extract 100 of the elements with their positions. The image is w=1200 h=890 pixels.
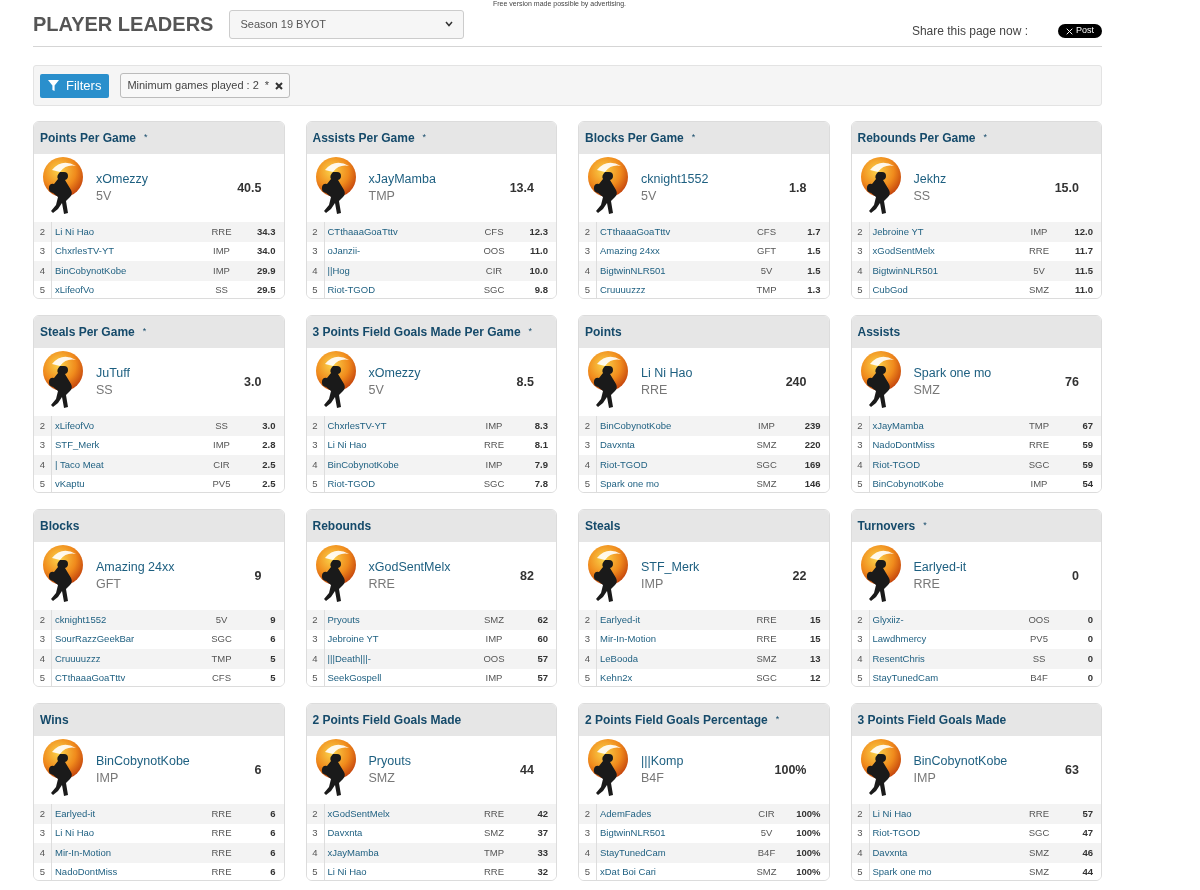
player-name-link[interactable]: BinCobynotKobe (52, 263, 202, 278)
player-name-link[interactable]: BinCobynotKobe (869, 477, 1019, 492)
player-name-link[interactable]: CTthaaaGoaTttv (324, 224, 474, 239)
player-name-link[interactable]: Glyxiiz- (869, 612, 1019, 627)
player-name-link[interactable]: Riot-TGOD (869, 457, 1019, 472)
player-name-link[interactable]: Amazing 24xx (597, 244, 747, 259)
player-name-link[interactable]: xJayMamba (869, 418, 1019, 433)
rank-number: 4 (34, 843, 52, 863)
stat-value: 62 (536, 612, 549, 627)
leader-name-link[interactable]: cknight1552 (641, 171, 790, 188)
player-name-link[interactable]: Cruuuuzzz (597, 283, 747, 298)
player-name-link[interactable]: AdemFades (597, 806, 747, 821)
player-name-link[interactable]: Riot-TGOD (324, 477, 474, 492)
player-name-link[interactable]: xGodSentMelx (869, 244, 1019, 259)
player-name-link[interactable]: Davxnta (869, 845, 1019, 860)
player-name-link[interactable]: NadoDontMiss (52, 865, 202, 880)
post-button[interactable]: Post (1058, 24, 1102, 38)
player-name-link[interactable]: Mir-In-Motion (597, 632, 747, 647)
player-name-link[interactable]: LeBooda (597, 651, 747, 666)
player-name-link[interactable]: Earlyed-it (597, 612, 747, 627)
leader-value: 15.0 (1054, 179, 1079, 197)
player-name-link[interactable]: CTthaaaGoaTttv (52, 671, 202, 686)
team-code: IMP (1029, 477, 1049, 492)
player-name-link[interactable]: Cruuuuzzz (52, 651, 202, 666)
player-name-link[interactable]: vKaptu (52, 477, 202, 492)
leader-name-link[interactable]: Earlyed-it (913, 559, 1073, 576)
player-name-link[interactable]: ChxrlesTV-YT (324, 418, 474, 433)
chevron-down-icon (445, 21, 454, 27)
x-logo-icon (1066, 27, 1073, 35)
season-select[interactable]: Season 19 BYOT (229, 9, 465, 39)
player-name-link[interactable]: Spark one mo (869, 865, 1019, 880)
player-name-link[interactable]: Jebroine YT (869, 224, 1019, 239)
player-name-link[interactable]: BigtwinNLR501 (597, 826, 747, 841)
player-name-link[interactable]: Lawdhmercy (869, 632, 1019, 647)
stat-value: 11.0 (529, 244, 549, 259)
player-name-link[interactable]: CubGod (869, 283, 1019, 298)
team-code: CFS (211, 671, 232, 686)
player-name-link[interactable]: ResentChris (869, 651, 1019, 666)
leader-name-link[interactable]: xGodSentMelx (368, 559, 521, 576)
leader-name-link[interactable]: Jekhz (913, 171, 1055, 188)
player-name-link[interactable]: BigtwinNLR501 (597, 263, 747, 278)
leader-name-link[interactable]: Spark one mo (913, 365, 1066, 382)
leader-name-link[interactable]: xJayMamba (368, 171, 510, 188)
player-name-link[interactable]: Li Ni Hao (324, 865, 474, 880)
player-name-link[interactable]: | Taco Meat (52, 457, 202, 472)
leader-name-link[interactable]: xOmezzy (368, 365, 517, 382)
filter-chip[interactable]: Minimum games played : 2 * (120, 73, 291, 98)
note-mark: * (691, 131, 696, 145)
player-name-link[interactable]: xLifeofVo (52, 418, 202, 433)
player-name-link[interactable]: Pryouts (324, 612, 474, 627)
close-icon[interactable] (275, 81, 284, 90)
player-name-link[interactable]: Riot-TGOD (869, 826, 1019, 841)
leader-name-link[interactable]: BinCobynotKobe (96, 753, 255, 770)
player-name-link[interactable]: xGodSentMelx (324, 806, 474, 821)
player-name-link[interactable]: Riot-TGOD (324, 283, 474, 298)
leader-name-link[interactable]: |||Komp (641, 753, 775, 770)
player-name-link[interactable]: cknight1552 (52, 612, 202, 627)
player-name-link[interactable]: StayTunedCam (869, 671, 1019, 686)
player-name-link[interactable]: Riot-TGOD (597, 457, 747, 472)
player-name-link[interactable]: xLifeofVo (52, 283, 202, 298)
player-name-link[interactable]: SeekGospell (324, 671, 474, 686)
player-name-link[interactable]: Kehn2x (597, 671, 747, 686)
player-name-link[interactable]: Mir-In-Motion (52, 845, 202, 860)
player-name-link[interactable]: xJayMamba (324, 845, 474, 860)
player-name-link[interactable]: StayTunedCam (597, 845, 747, 860)
leader-name-link[interactable]: Pryouts (368, 753, 521, 770)
player-name-link[interactable]: |||Death|||- (324, 651, 474, 666)
card-title: Assists Per Game (312, 130, 415, 147)
leader-name-link[interactable]: STF_Merk (641, 559, 793, 576)
stat-value: 0 (1086, 612, 1094, 627)
leader-name-link[interactable]: Amazing 24xx (96, 559, 255, 576)
stat-value: 8.3 (533, 418, 549, 433)
player-name-link[interactable]: oJanzii- (324, 244, 474, 259)
note-mark: * (142, 325, 147, 339)
player-name-link[interactable]: STF_Merk (52, 438, 202, 453)
player-name-link[interactable]: Li Ni Hao (52, 224, 202, 239)
player-name-link[interactable]: Earlyed-it (52, 806, 202, 821)
leader-name-link[interactable]: xOmezzy (96, 171, 238, 188)
player-name-link[interactable]: Jebroine YT (324, 632, 474, 647)
player-name-link[interactable]: SourRazzGeekBar (52, 632, 202, 647)
player-name-link[interactable]: xDat Boi Cari (597, 865, 747, 880)
player-name-link[interactable]: ||Hog (324, 263, 474, 278)
filters-button[interactable]: Filters (40, 73, 110, 98)
player-name-link[interactable]: Davxnta (324, 826, 474, 841)
player-name-link[interactable]: Li Ni Hao (52, 826, 202, 841)
share-label: Share this page now : (911, 23, 1028, 40)
player-name-link[interactable]: BinCobynotKobe (324, 457, 474, 472)
player-name-link[interactable]: NadoDontMiss (869, 438, 1019, 453)
player-name-link[interactable]: Li Ni Hao (869, 806, 1019, 821)
leader-name-link[interactable]: JuTuff (96, 365, 245, 382)
player-name-link[interactable]: Li Ni Hao (324, 438, 474, 453)
player-name-link[interactable]: BinCobynotKobe (597, 418, 747, 433)
player-name-link[interactable]: Spark one mo (597, 477, 747, 492)
player-name-link[interactable]: Davxnta (597, 438, 747, 453)
player-name-link[interactable]: BigtwinNLR501 (869, 263, 1019, 278)
player-name-link[interactable]: ChxrlesTV-YT (52, 244, 202, 259)
player-name-link[interactable]: CTthaaaGoaTttv (597, 224, 747, 239)
card-title: 2 Points Field Goals Made (312, 712, 462, 729)
leader-name-link[interactable]: BinCobynotKobe (913, 753, 1066, 770)
leader-name-link[interactable]: Li Ni Hao (641, 365, 786, 382)
